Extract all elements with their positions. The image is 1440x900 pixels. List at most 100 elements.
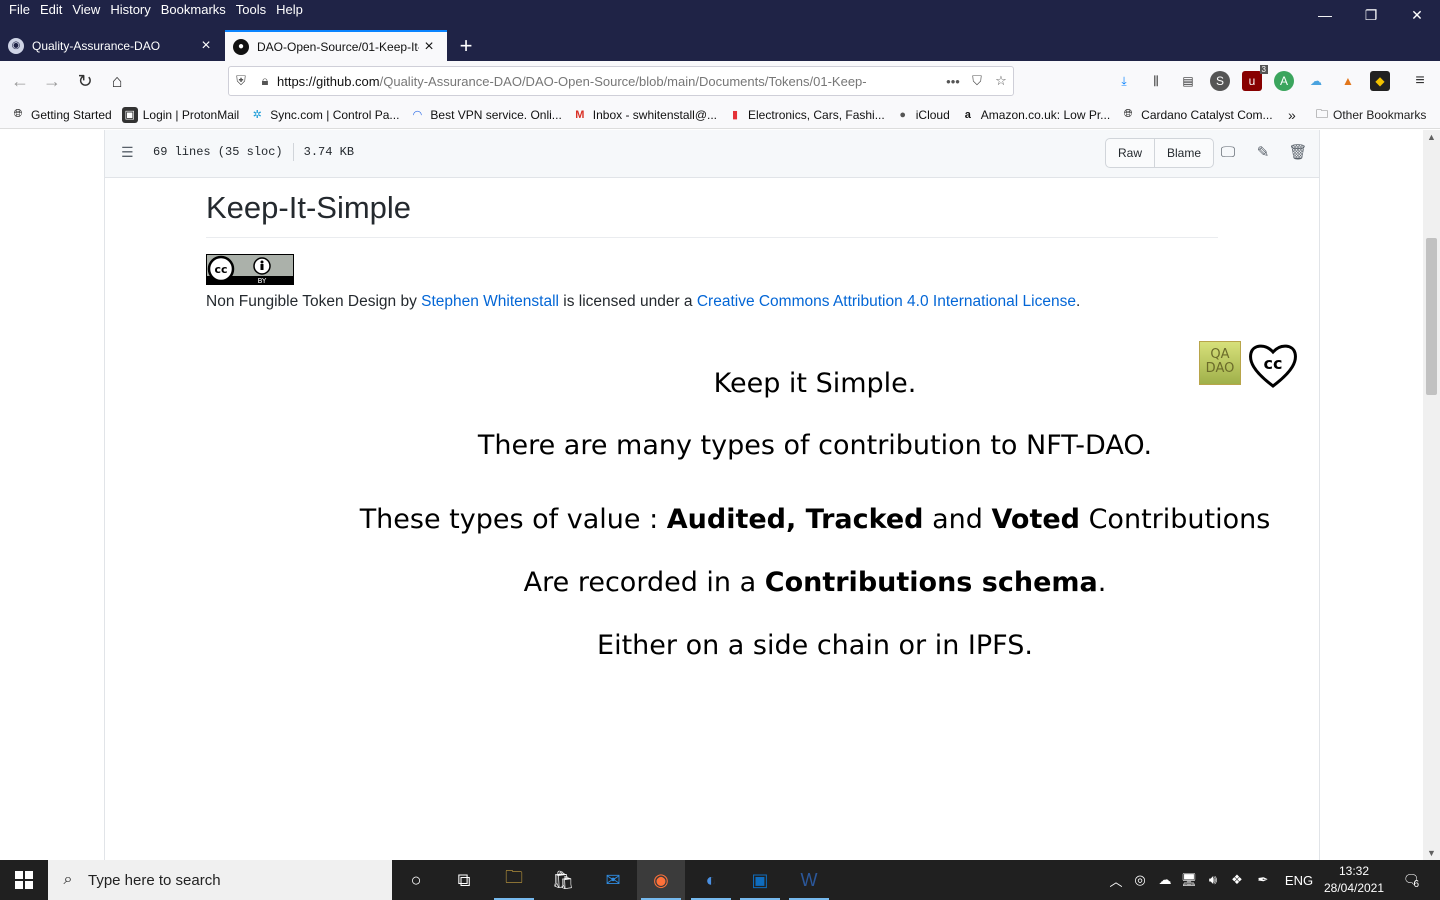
- language-indicator[interactable]: ENG: [1282, 860, 1316, 900]
- page-scrollbar[interactable]: ▲ ▼: [1423, 130, 1440, 860]
- forward-button[interactable]: →: [38, 67, 66, 95]
- bookmark-amazon[interactable]: a Amazon.co.uk: Low Pr...: [960, 107, 1110, 123]
- firefox-icon[interactable]: ◉: [637, 860, 685, 900]
- trash-icon[interactable]: 🗑︎: [1288, 143, 1307, 161]
- menu-file[interactable]: File: [4, 2, 35, 18]
- maximize-button[interactable]: ❐: [1348, 0, 1394, 30]
- bookmark-label: Sync.com | Control Pa...: [270, 107, 400, 122]
- navigation-toolbar: ← → ↻ ⌂ ⛨ 🔒︎ https://github.com/Quality-…: [0, 61, 1440, 101]
- outlook-icon[interactable]: ▣: [736, 860, 784, 900]
- bookmark-vpn[interactable]: ◠ Best VPN service. Onli...: [409, 107, 562, 123]
- show-hidden-icons-chevron-icon[interactable]: ︿: [1106, 860, 1126, 900]
- library-icon[interactable]: ⫼: [1146, 71, 1166, 91]
- ebay-icon: ▮: [731, 109, 739, 121]
- scrollbar-thumb[interactable]: [1426, 238, 1437, 395]
- extension-a-icon[interactable]: A: [1274, 71, 1294, 91]
- menu-bookmarks[interactable]: Bookmarks: [156, 2, 231, 18]
- word-icon[interactable]: W: [785, 860, 833, 900]
- bookmark-gmail[interactable]: M Inbox - swhitenstall@...: [572, 107, 717, 123]
- home-button[interactable]: ⌂: [103, 67, 131, 95]
- meet-now-icon[interactable]: ◎: [1130, 860, 1150, 900]
- vpn-app-icon[interactable]: ◐: [687, 860, 735, 900]
- hamburger-menu-icon[interactable]: ≡: [1410, 71, 1430, 91]
- page-actions-icon[interactable]: •••: [941, 74, 965, 89]
- vpn-icon: ◠: [412, 109, 423, 121]
- bookmark-ebay[interactable]: ▮ Electronics, Cars, Fashi...: [727, 107, 885, 123]
- start-button[interactable]: [0, 860, 48, 900]
- dropbox-icon[interactable]: ❖: [1226, 860, 1248, 900]
- search-placeholder: Type here to search: [88, 871, 221, 889]
- extension-s-icon[interactable]: S: [1210, 71, 1230, 91]
- clock[interactable]: 13:32 28/04/2021: [1316, 863, 1392, 897]
- url-bar[interactable]: ⛨ 🔒︎ https://github.com/Quality-Assuranc…: [228, 66, 1014, 96]
- shield-icon[interactable]: ⛨: [229, 73, 253, 89]
- taskbar-search-box[interactable]: ⌕ Type here to search: [48, 860, 392, 900]
- url-text[interactable]: https://github.com/Quality-Assurance-DAO…: [277, 74, 941, 89]
- raw-button[interactable]: Raw: [1106, 139, 1154, 167]
- cc-by-icon: cc BY: [207, 255, 293, 285]
- search-icon: ⌕: [63, 871, 73, 888]
- close-tab-icon[interactable]: ×: [419, 38, 439, 56]
- author-link[interactable]: Stephen Whitenstall: [421, 293, 559, 310]
- tab-quality-assurance-dao[interactable]: ◉ Quality-Assurance-DAO ×: [0, 30, 224, 61]
- close-tab-icon[interactable]: ×: [196, 37, 216, 55]
- onedrive-icon[interactable]: ☁: [1154, 860, 1176, 900]
- scroll-up-arrow-icon[interactable]: ▲: [1423, 132, 1440, 142]
- lock-icon[interactable]: 🔒︎: [253, 73, 277, 89]
- new-tab-button[interactable]: +: [453, 30, 479, 61]
- bookmark-label: Inbox - swhitenstall@...: [592, 107, 718, 122]
- mail-icon[interactable]: ✉: [589, 860, 637, 900]
- minimize-button[interactable]: —: [1302, 0, 1348, 30]
- bookmark-protonmail[interactable]: ▣ Login | ProtonMail: [121, 106, 239, 123]
- cortana-icon[interactable]: ○: [392, 860, 440, 900]
- page-viewport: ☰ 69 lines (35 sloc) 3.74 KB Raw Blame 🖵…: [0, 130, 1440, 860]
- downloads-icon[interactable]: ⤓: [1114, 71, 1134, 91]
- protonmail-icon: ▣: [121, 106, 138, 123]
- menu-edit[interactable]: Edit: [35, 2, 67, 18]
- edit-pencil-icon[interactable]: ✎: [1254, 143, 1272, 161]
- metamask-icon[interactable]: ▲: [1338, 71, 1358, 91]
- binance-extension-icon[interactable]: ◆: [1370, 71, 1390, 91]
- network-icon[interactable]: 🖥︎: [1178, 860, 1200, 900]
- bookmark-star-icon[interactable]: ☆: [989, 73, 1013, 89]
- pocket-icon[interactable]: ⛉: [965, 73, 989, 89]
- bookmark-sync[interactable]: ✲ Sync.com | Control Pa...: [249, 107, 400, 123]
- bookmark-getting-started[interactable]: 🌐︎ Getting Started: [10, 107, 112, 123]
- cc-by-license-badge[interactable]: cc BY: [206, 254, 294, 285]
- blame-button[interactable]: Blame: [1154, 139, 1213, 167]
- menu-history[interactable]: History: [105, 2, 155, 18]
- cloud-extension-icon[interactable]: ☁: [1306, 71, 1326, 91]
- ublock-icon[interactable]: u3: [1242, 65, 1268, 91]
- file-explorer-icon[interactable]: 🗀: [490, 860, 538, 900]
- back-button[interactable]: ←: [6, 67, 34, 95]
- reload-button[interactable]: ↻: [71, 67, 99, 95]
- license-link[interactable]: Creative Commons Attribution 4.0 Interna…: [697, 293, 1076, 310]
- close-window-button[interactable]: ✕: [1394, 0, 1440, 30]
- bookmark-label: Amazon.co.uk: Low Pr...: [980, 107, 1111, 122]
- microsoft-store-icon[interactable]: 🛍︎: [539, 860, 587, 900]
- menu-bar: File Edit View History Bookmarks Tools H…: [0, 0, 1440, 30]
- license-statement: Non Fungible Token Design by Stephen Whi…: [206, 293, 1080, 311]
- license-prefix: Non Fungible Token Design by: [206, 293, 422, 310]
- other-bookmarks-folder[interactable]: 🗀 Other Bookmarks: [1316, 101, 1426, 129]
- notifications-icon[interactable]: 🗨︎ 6: [1396, 860, 1426, 900]
- extension-badge: 3: [1259, 65, 1268, 74]
- menu-help[interactable]: Help: [271, 2, 308, 18]
- text-segment: These types of value :: [359, 504, 667, 535]
- slide-line-schema: Are recorded in a Contributions schema.: [255, 567, 1375, 598]
- menu-tools[interactable]: Tools: [231, 2, 271, 18]
- slide-line-contributions: There are many types of contribution to …: [477, 430, 1153, 461]
- outline-list-icon[interactable]: ☰: [121, 144, 134, 161]
- task-view-icon[interactable]: ⧉: [440, 860, 488, 900]
- reader-sidebar-icon[interactable]: ▤: [1178, 71, 1198, 91]
- volume-icon[interactable]: 🔊︎: [1202, 860, 1224, 900]
- desktop-icon[interactable]: 🖵︎: [1219, 143, 1237, 161]
- more-bookmarks-chevron-icon[interactable]: »: [1288, 107, 1296, 123]
- bookmark-label: Cardano Catalyst Com...: [1141, 107, 1273, 122]
- menu-view[interactable]: View: [67, 2, 105, 18]
- pen-workspace-icon[interactable]: ✒: [1252, 860, 1274, 900]
- tab-dao-open-source[interactable]: ● DAO-Open-Source/01-Keep-It- ×: [225, 30, 447, 61]
- scroll-down-arrow-icon[interactable]: ▼: [1423, 848, 1440, 858]
- bookmark-cardano[interactable]: 🌐︎ Cardano Catalyst Com...: [1120, 107, 1273, 123]
- bookmark-icloud[interactable]: ● iCloud: [895, 107, 949, 123]
